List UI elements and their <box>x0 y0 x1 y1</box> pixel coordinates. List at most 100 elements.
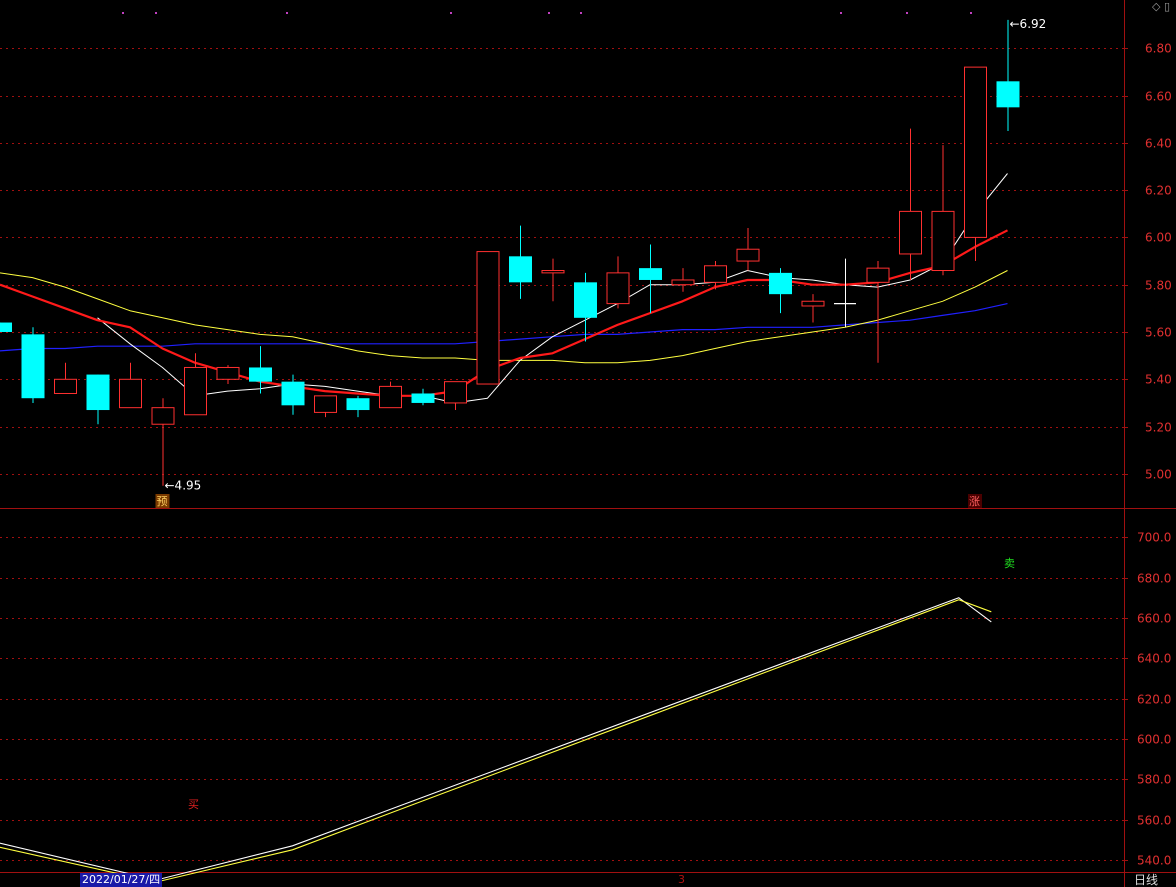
candle <box>769 268 792 314</box>
candle <box>509 225 532 299</box>
candle <box>249 346 272 394</box>
price-tick-label: 5.60 <box>1145 326 1172 340</box>
indicator-line-1 <box>0 599 992 883</box>
indicator-tick-label: 560.0 <box>1137 814 1171 828</box>
low-price-label: ←4.95 <box>165 479 202 493</box>
candle-body <box>444 381 467 404</box>
candle <box>314 395 337 418</box>
candle-body <box>509 256 532 283</box>
grid-layer <box>0 0 1176 887</box>
candle-body <box>801 300 825 307</box>
price-tick-label: 6.60 <box>1145 90 1172 104</box>
candle-body <box>346 398 370 411</box>
candle-body <box>996 81 1020 108</box>
candle-body <box>606 272 630 305</box>
candle-body <box>411 393 435 403</box>
high-price-label: ←6.92 <box>1010 17 1047 31</box>
price-tick-label: 5.00 <box>1145 468 1172 482</box>
candle <box>346 395 370 418</box>
ma-blue-line <box>0 303 1008 352</box>
indicator-line-0 <box>0 597 992 881</box>
indicator-tick-label: 620.0 <box>1137 693 1171 707</box>
candle <box>476 251 500 385</box>
indicator-tick-label: 660.0 <box>1137 612 1171 626</box>
candle-body <box>249 367 272 382</box>
candle <box>801 294 825 323</box>
candle-body <box>216 366 240 380</box>
candle <box>834 258 856 328</box>
candle-body <box>184 366 207 416</box>
candle-body <box>21 334 45 399</box>
period-label[interactable]: 日线 <box>1134 873 1158 887</box>
price-tick-label: 6.00 <box>1145 231 1172 245</box>
candle <box>639 244 662 314</box>
period-marker-dot <box>286 12 288 14</box>
candle-body <box>931 210 955 272</box>
period-separator: 3 <box>678 873 685 886</box>
period-marker-dot <box>450 12 452 14</box>
period-marker-dot <box>840 12 842 14</box>
candle-body <box>866 267 890 283</box>
candle-body <box>769 272 792 295</box>
candle-body <box>671 279 695 286</box>
price-tick-label: 6.20 <box>1145 184 1172 198</box>
indicator-tick-label: 600.0 <box>1137 733 1171 747</box>
candle <box>151 398 175 486</box>
price-tick-label: 6.40 <box>1145 137 1172 151</box>
period-marker-dot <box>548 12 550 14</box>
candle <box>119 362 142 409</box>
candle-body <box>541 270 565 274</box>
candle-body <box>119 378 142 409</box>
price-tick-label: 5.20 <box>1145 421 1172 435</box>
date-label: 2022/01/27/四 <box>80 873 163 887</box>
indicator-tick-label: 680.0 <box>1137 572 1171 586</box>
candle-body <box>964 66 987 238</box>
candle <box>184 353 207 416</box>
candle <box>21 327 45 403</box>
sell-signal: 卖 <box>1004 557 1015 570</box>
candle <box>996 19 1020 131</box>
candle <box>964 66 987 262</box>
candle-body <box>379 385 402 409</box>
candle <box>899 128 922 280</box>
pre-marker: 预 <box>157 495 168 508</box>
candle <box>216 365 240 385</box>
candle-body <box>476 251 500 385</box>
candle <box>866 261 890 363</box>
ma-lines-layer <box>0 173 1009 883</box>
candle <box>541 258 565 302</box>
candle <box>54 362 77 394</box>
period-marker-dot <box>906 12 908 14</box>
candle-body <box>899 210 922 255</box>
candle <box>444 381 467 411</box>
candles-layer <box>0 19 1020 486</box>
candle <box>0 322 12 332</box>
candle <box>606 256 630 309</box>
period-marker-dot <box>155 12 157 14</box>
period-marker-dot <box>122 12 124 14</box>
price-tick-label: 5.80 <box>1145 279 1172 293</box>
candle <box>379 381 402 409</box>
candle <box>281 374 305 415</box>
indicator-tick-label: 700.0 <box>1137 531 1171 545</box>
candle <box>86 374 110 425</box>
candle-body <box>639 268 662 280</box>
candle <box>574 272 597 342</box>
candle-body <box>736 248 760 262</box>
candle-body <box>314 395 337 413</box>
period-marker-dot <box>580 12 582 14</box>
buy-signal: 买 <box>188 798 199 811</box>
candle-body <box>704 265 727 283</box>
price-tick-label: 6.80 <box>1145 42 1172 56</box>
candle-body <box>54 378 77 394</box>
candle-body <box>281 381 305 406</box>
kline-chart[interactable]: 6.80 6.60 6.40 6.20 6.00 5.80 5.60 5.40 5.20 5.00… <box>0 0 1176 887</box>
ma-red-line <box>0 229 1009 397</box>
candle <box>671 268 695 292</box>
candle-body <box>151 407 175 425</box>
indicator-tick-label: 640.0 <box>1137 652 1171 666</box>
rise-marker: 涨 <box>969 495 980 508</box>
candle <box>931 145 955 276</box>
price-tick-label: 5.40 <box>1145 373 1172 387</box>
candle-body <box>0 322 12 332</box>
